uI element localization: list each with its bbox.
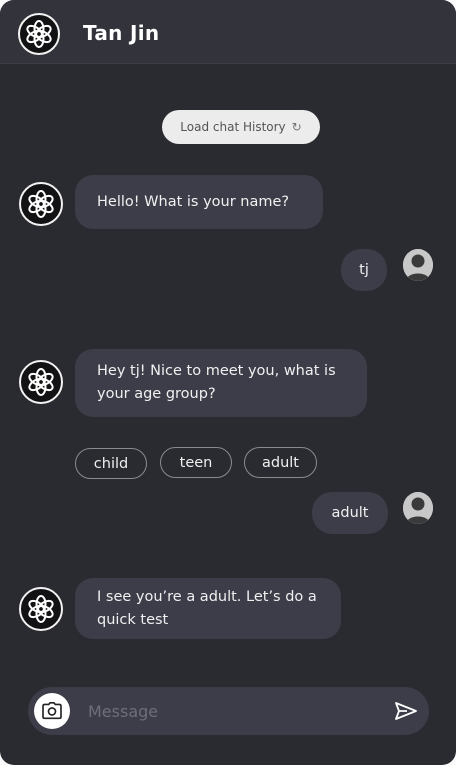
bot-avatar	[18, 13, 60, 55]
chat-title: Tan Jin	[83, 21, 160, 45]
send-button[interactable]	[393, 699, 419, 723]
user-silhouette-icon	[403, 249, 433, 281]
bot-avatar	[19, 587, 63, 631]
bot-avatar	[19, 182, 63, 226]
load-history-label: Load chat History	[180, 120, 286, 134]
openai-logo-icon	[26, 19, 52, 49]
camera-button[interactable]	[34, 693, 70, 729]
openai-logo-icon	[28, 367, 54, 397]
option-chip-teen[interactable]: teen	[160, 447, 232, 478]
user-avatar	[403, 249, 433, 281]
openai-logo-icon	[28, 594, 54, 624]
send-icon	[395, 702, 417, 720]
refresh-icon: ↻	[291, 120, 302, 134]
openai-logo-icon	[28, 189, 54, 219]
option-chip-child[interactable]: child	[75, 448, 147, 479]
user-message: adult	[312, 492, 388, 534]
bot-message: Hello! What is your name?	[75, 175, 323, 229]
message-input[interactable]	[86, 695, 376, 727]
bot-avatar	[19, 360, 63, 404]
bot-message: Hey tj! Nice to meet you, what is your a…	[75, 349, 367, 417]
bot-message: I see you’re a adult. Let’s do a quick t…	[75, 578, 341, 639]
user-avatar	[403, 492, 433, 524]
user-silhouette-icon	[403, 492, 433, 524]
option-chip-adult[interactable]: adult	[244, 447, 317, 478]
camera-icon	[42, 702, 62, 720]
chat-window: Tan Jin Load chat History ↻ Hello! What …	[0, 0, 456, 765]
chat-header: Tan Jin	[0, 0, 456, 64]
message-composer	[28, 687, 429, 735]
load-history-button[interactable]: Load chat History ↻	[162, 110, 320, 144]
user-message: tj	[341, 249, 387, 291]
